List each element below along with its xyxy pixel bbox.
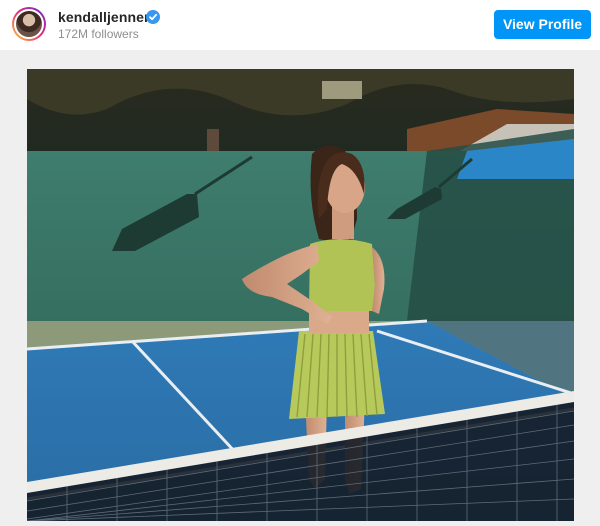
username[interactable]: kendalljenner xyxy=(58,9,150,25)
post-header: kendalljenner 172M followers View Profil… xyxy=(0,0,600,50)
avatar-image xyxy=(14,9,44,39)
instagram-embed: kendalljenner 172M followers View Profil… xyxy=(0,0,600,526)
view-profile-button[interactable]: View Profile xyxy=(494,10,591,39)
post-media xyxy=(0,50,600,526)
verified-badge-icon xyxy=(146,10,160,24)
post-photo[interactable] xyxy=(27,69,574,521)
avatar[interactable] xyxy=(12,7,46,41)
followers-count: 172M followers xyxy=(58,27,139,41)
